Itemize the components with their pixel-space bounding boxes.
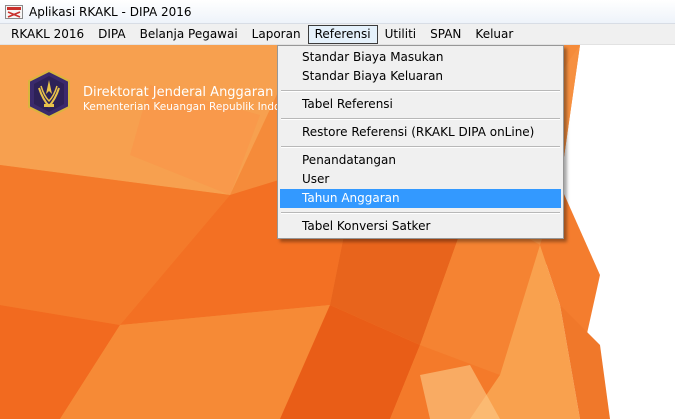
menu-separator [280, 114, 561, 123]
menu-referensi[interactable]: Referensi [307, 24, 378, 44]
menu-item-tabel-referensi[interactable]: Tabel Referensi [280, 95, 561, 114]
menu-item-standar-biaya-masukan[interactable]: Standar Biaya Masukan [280, 48, 561, 67]
menu-separator [280, 86, 561, 95]
title-bar: Aplikasi RKAKL - DIPA 2016 [0, 0, 675, 24]
menu-keluar[interactable]: Keluar [468, 25, 520, 44]
menu-separator [280, 208, 561, 217]
menu-belanja-pegawai[interactable]: Belanja Pegawai [133, 25, 245, 44]
kemenkeu-logo [28, 70, 70, 118]
app-icon [5, 4, 23, 19]
menu-rkakl-2016[interactable]: RKAKL 2016 [4, 25, 91, 44]
menu-laporan[interactable]: Laporan [245, 25, 308, 44]
menu-separator [280, 142, 561, 151]
menu-item-standar-biaya-keluaran[interactable]: Standar Biaya Keluaran [280, 67, 561, 86]
menu-utiliti[interactable]: Utiliti [378, 25, 424, 44]
menu-span[interactable]: SPAN [423, 25, 468, 44]
menu-item-penandatangan[interactable]: Penandatangan [280, 151, 561, 170]
menu-bar: RKAKL 2016 DIPA Belanja Pegawai Laporan … [0, 24, 675, 45]
menu-item-restore-referensi[interactable]: Restore Referensi (RKAKL DIPA onLine) [280, 123, 561, 142]
referensi-dropdown-menu: Standar Biaya Masukan Standar Biaya Kelu… [277, 45, 564, 239]
menu-dipa[interactable]: DIPA [91, 25, 132, 44]
window-title: Aplikasi RKAKL - DIPA 2016 [29, 4, 192, 19]
menu-item-user[interactable]: User [280, 170, 561, 189]
menu-item-tahun-anggaran[interactable]: Tahun Anggaran [280, 189, 561, 208]
menu-item-tabel-konversi-satker[interactable]: Tabel Konversi Satker [280, 217, 561, 236]
